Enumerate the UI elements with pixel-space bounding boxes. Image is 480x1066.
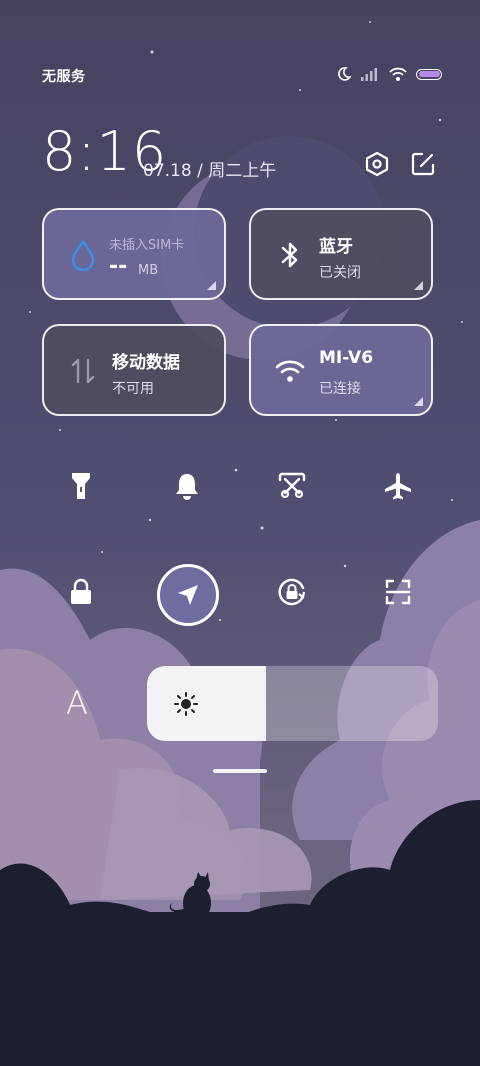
- mobile-data-tile[interactable]: 移动数据 不可用: [42, 324, 226, 416]
- sim-label: 未插入SIM卡: [109, 238, 185, 253]
- data-arrows-icon: [66, 354, 100, 388]
- flashlight-icon: [72, 473, 90, 499]
- bluetooth-title: 蓝牙: [319, 237, 353, 257]
- wifi-icon: [273, 354, 307, 388]
- wifi-tile[interactable]: MI-V6 已连接: [249, 324, 433, 416]
- location-arrow-icon: [178, 585, 198, 605]
- bluetooth-tile[interactable]: 蓝牙 已关闭: [249, 208, 433, 300]
- wifi-status: 已连接: [319, 381, 361, 397]
- edit-icon[interactable]: [408, 149, 438, 179]
- flashlight-toggle[interactable]: [52, 457, 110, 515]
- brightness-slider[interactable]: [147, 666, 438, 741]
- bluetooth-icon: [273, 238, 307, 272]
- expand-corner-icon: [414, 397, 423, 406]
- data-usage-unit: MB: [138, 263, 159, 278]
- screenshot-toggle[interactable]: [263, 457, 321, 515]
- gesture-handle[interactable]: [213, 769, 267, 773]
- battery-icon: [416, 68, 442, 80]
- scan-toggle[interactable]: [369, 563, 427, 621]
- screenshot-icon: [278, 472, 306, 499]
- rotation-lock-icon: [278, 578, 306, 606]
- lock-icon: [71, 578, 91, 604]
- bluetooth-status: 已关闭: [319, 265, 361, 281]
- rotation-lock-toggle[interactable]: [263, 563, 321, 621]
- notification-bell-toggle[interactable]: [158, 457, 216, 515]
- mobile-data-title: 移动数据: [112, 353, 180, 373]
- bell-icon: [176, 474, 198, 500]
- status-icons: [336, 66, 442, 82]
- expand-corner-icon: [207, 281, 216, 290]
- moon-icon: [338, 67, 352, 81]
- settings-gear-icon[interactable]: [362, 149, 392, 179]
- airplane-mode-toggle[interactable]: [369, 457, 427, 515]
- water-drop-icon: [66, 238, 100, 272]
- brightness-fill: [147, 666, 267, 741]
- sim-data-tile[interactable]: 未插入SIM卡 -- MB: [42, 208, 226, 300]
- font-size-button[interactable]: A: [66, 684, 88, 722]
- location-toggle[interactable]: [157, 564, 219, 626]
- data-usage-value: --: [109, 254, 128, 279]
- wifi-ssid: MI-V6: [319, 348, 374, 368]
- airplane-icon: [385, 473, 411, 500]
- mobile-data-status: 不可用: [112, 381, 154, 397]
- expand-corner-icon: [414, 281, 423, 290]
- carrier-status: 无服务: [42, 69, 86, 85]
- lock-screen-toggle[interactable]: [52, 563, 110, 621]
- signal-icon: [361, 68, 377, 81]
- brightness-sun-icon: [174, 692, 198, 716]
- date: 07.18 / 周二上午: [143, 161, 277, 181]
- wifi-status-icon: [389, 67, 407, 81]
- scan-icon: [385, 579, 411, 605]
